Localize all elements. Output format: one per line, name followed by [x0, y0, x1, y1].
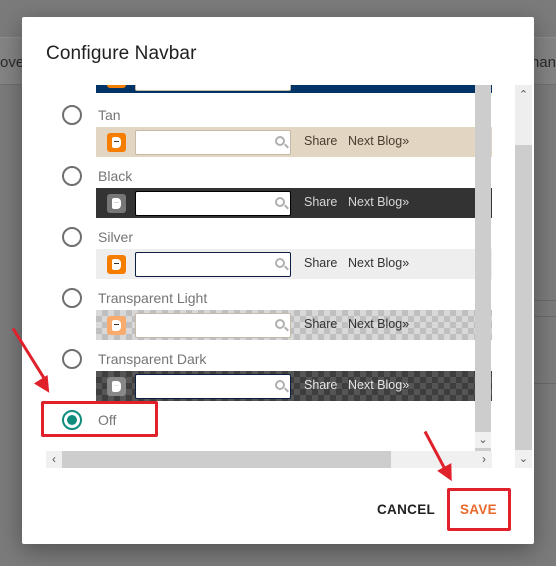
- blogger-icon: [107, 133, 126, 152]
- next-blog-link: Next Blog»: [348, 195, 410, 209]
- navbar-search-box: [135, 252, 291, 277]
- search-icon: [275, 380, 285, 390]
- share-link: Share: [304, 378, 338, 392]
- navbar-search-box: [135, 191, 291, 216]
- scrollbar-thumb[interactable]: [62, 451, 391, 468]
- radio-transparent-light[interactable]: [62, 288, 82, 308]
- option-label: Silver: [98, 229, 134, 245]
- chevron-down-icon[interactable]: ⌄: [515, 450, 532, 468]
- navbar-search-box: [135, 130, 291, 155]
- backdrop-text-right: han: [530, 54, 556, 71]
- navbar-preview-silver: Share Next Blog»: [96, 249, 492, 279]
- highlight-save-button: [447, 488, 511, 531]
- option-label: Tan: [98, 107, 121, 123]
- pane-vertical-scrollbar[interactable]: [475, 85, 491, 468]
- option-label: Transparent Dark: [98, 351, 207, 367]
- navbar-preview-tan: Share Next Blog»: [96, 127, 492, 157]
- radio-silver[interactable]: [62, 227, 82, 247]
- navbar-preview-transparent-light: Share Next Blog»: [96, 310, 492, 340]
- next-blog-link: Next Blog»: [348, 317, 410, 331]
- blogger-icon: [107, 194, 126, 213]
- blogger-icon: [107, 377, 126, 396]
- pane-horizontal-scrollbar[interactable]: ‹ ›: [46, 451, 492, 468]
- radio-tan[interactable]: [62, 105, 82, 125]
- share-link: Share: [304, 256, 338, 270]
- radio-transparent-dark[interactable]: [62, 349, 82, 369]
- share-link: Share: [304, 134, 338, 148]
- option-label: Black: [98, 168, 133, 184]
- blogger-icon: [107, 85, 126, 88]
- chevron-right-icon[interactable]: ›: [476, 451, 492, 468]
- chevron-down-icon[interactable]: ⌄: [475, 432, 491, 448]
- navbar-search-box: [135, 374, 291, 399]
- search-icon: [275, 197, 285, 207]
- dialog-vertical-scrollbar[interactable]: ⌃ ⌄: [515, 85, 532, 468]
- configure-navbar-dialog: Configure Navbar Tan Share Next Blog» Bl…: [22, 17, 534, 544]
- highlight-off-option: [41, 401, 158, 437]
- cancel-button[interactable]: CANCEL: [377, 502, 435, 517]
- search-icon: [275, 136, 285, 146]
- radio-black[interactable]: [62, 166, 82, 186]
- share-link: Share: [304, 317, 338, 331]
- navbar-search-box: [135, 313, 291, 338]
- dialog-title: Configure Navbar: [46, 43, 197, 64]
- backdrop-text-left: ove: [0, 54, 25, 71]
- next-blog-link: Next Blog»: [348, 378, 410, 392]
- navbar-search-box: [135, 85, 291, 91]
- search-icon: [275, 258, 285, 268]
- chevron-left-icon[interactable]: ‹: [46, 451, 62, 468]
- chevron-up-icon[interactable]: ⌃: [515, 85, 532, 145]
- next-blog-link: Next Blog»: [348, 256, 410, 270]
- navbar-preview-black: Share Next Blog»: [96, 188, 492, 218]
- option-label: Transparent Light: [98, 290, 208, 306]
- share-link: Share: [304, 195, 338, 209]
- search-icon: [275, 319, 285, 329]
- blogger-icon: [107, 316, 126, 335]
- navbar-preview-transparent-dark: Share Next Blog»: [96, 371, 492, 401]
- navbar-preview-blue: [96, 85, 492, 93]
- next-blog-link: Next Blog»: [348, 134, 410, 148]
- blogger-icon: [107, 255, 126, 274]
